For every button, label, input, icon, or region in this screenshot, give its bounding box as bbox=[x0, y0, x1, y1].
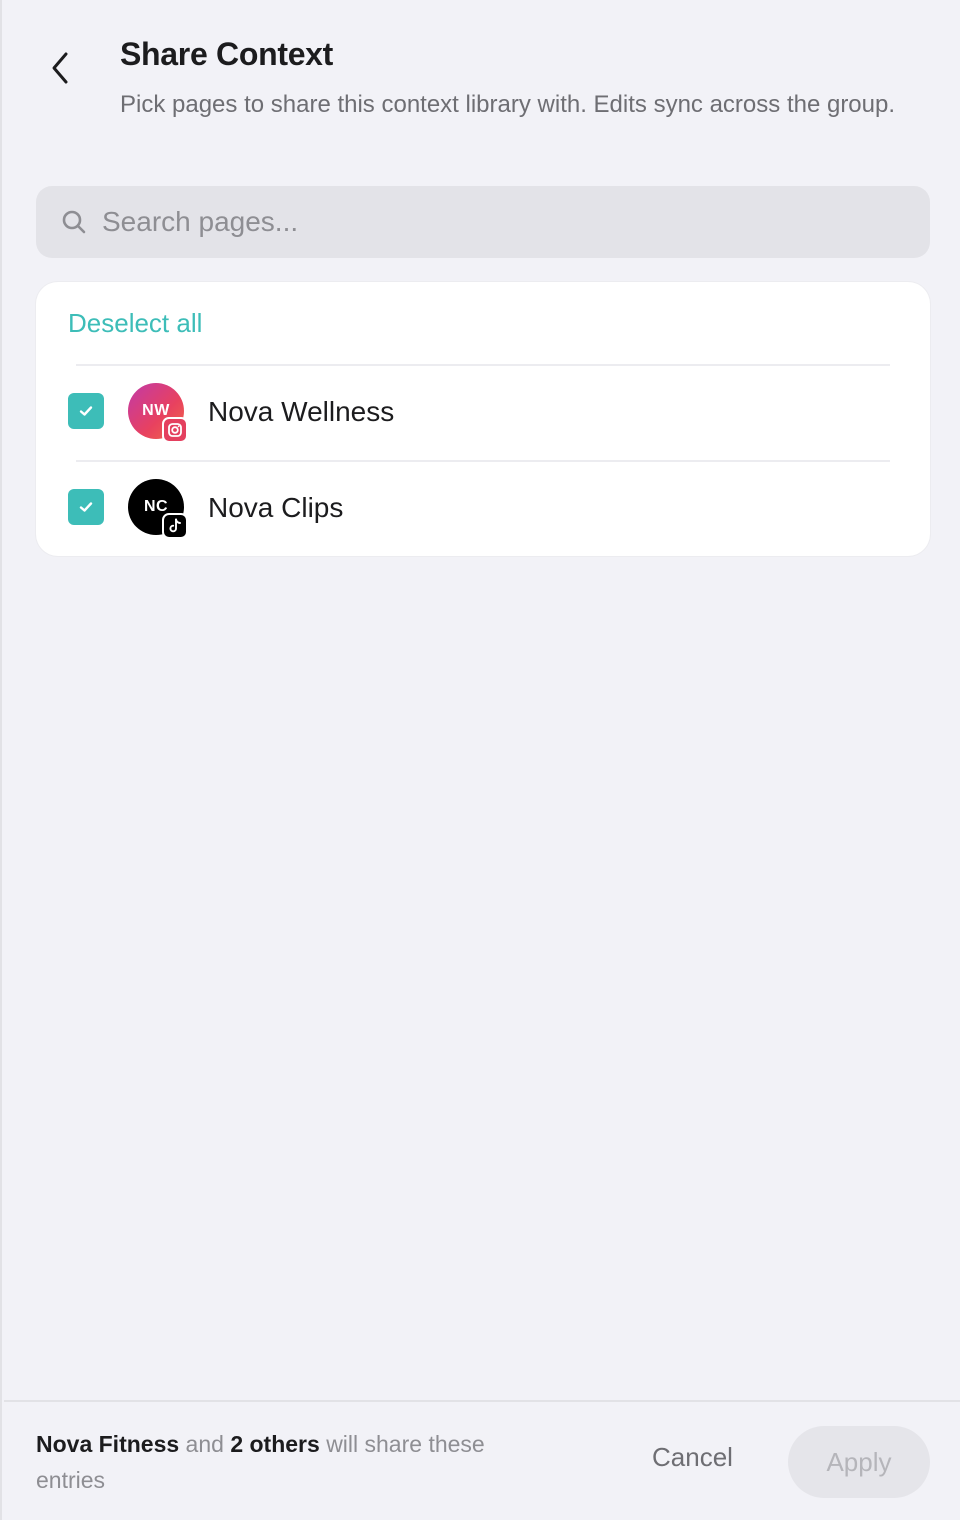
primary-page-name: Nova Fitness bbox=[36, 1431, 180, 1457]
share-summary: Nova Fitness and 2 others will share the… bbox=[36, 1426, 556, 1498]
summary-connector: and bbox=[185, 1431, 224, 1457]
tiktok-icon bbox=[162, 513, 188, 539]
chevron-left-icon bbox=[52, 52, 68, 84]
checkbox-checked[interactable] bbox=[68, 489, 104, 525]
checkmark-icon bbox=[79, 502, 93, 512]
search-bar[interactable] bbox=[36, 186, 930, 258]
footer: Nova Fitness and 2 others will share the… bbox=[4, 1400, 960, 1520]
pages-list-card: Deselect all NW Nova Wellness NC Nova Cl… bbox=[36, 282, 930, 556]
list-item-nova-clips[interactable]: NC Nova Clips bbox=[36, 460, 930, 554]
instagram-icon bbox=[162, 417, 188, 443]
others-count: 2 others bbox=[230, 1431, 320, 1457]
deselect-all-button[interactable]: Deselect all bbox=[68, 308, 202, 339]
checkbox-checked[interactable] bbox=[68, 393, 104, 429]
checkmark-icon bbox=[79, 406, 93, 416]
header: Share Context Pick pages to share this c… bbox=[2, 0, 960, 170]
search-input[interactable] bbox=[102, 206, 862, 238]
share-context-panel: Share Context Pick pages to share this c… bbox=[0, 0, 960, 1520]
avatar: NW bbox=[128, 383, 188, 443]
page-title: Share Context bbox=[120, 36, 334, 72]
back-button[interactable] bbox=[38, 46, 82, 90]
list-item-nova-wellness[interactable]: NW Nova Wellness bbox=[36, 364, 930, 458]
search-icon bbox=[60, 208, 88, 236]
avatar: NC bbox=[128, 479, 188, 539]
page-name: Nova Clips bbox=[208, 492, 344, 523]
cancel-button[interactable]: Cancel bbox=[652, 1442, 733, 1473]
page-name: Nova Wellness bbox=[208, 396, 395, 427]
apply-button[interactable]: Apply bbox=[788, 1426, 930, 1498]
page-subtitle: Pick pages to share this context library… bbox=[120, 91, 896, 118]
